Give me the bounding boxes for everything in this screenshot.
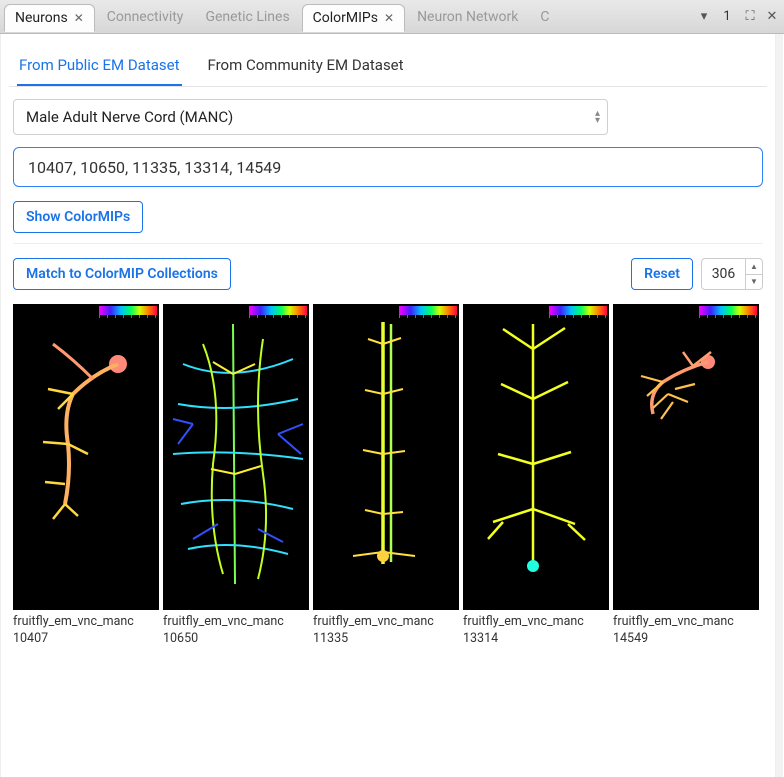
result-name: fruitfly_em_vnc_manc (13, 614, 134, 629)
tab-overflow[interactable]: C (530, 3, 553, 31)
pane-number: 1 (718, 9, 736, 24)
result-card: fruitfly_em_vnc_manc 10407 (13, 304, 159, 648)
colormip-thumbnail[interactable] (163, 304, 309, 610)
result-caption: fruitfly_em_vnc_manc 10407 (13, 614, 159, 648)
result-caption: fruitfly_em_vnc_manc 11335 (313, 614, 459, 648)
thumb-size-stepper: ▲ ▼ (701, 258, 763, 290)
result-name: fruitfly_em_vnc_manc (463, 614, 584, 629)
neuron-id-input[interactable] (13, 147, 763, 187)
colormip-thumbnail[interactable] (613, 304, 759, 610)
actions-row: Match to ColorMIP Collections Reset ▲ ▼ (13, 243, 763, 304)
panel-content: From Public EM Dataset From Community EM… (0, 34, 776, 777)
result-caption: fruitfly_em_vnc_manc 14549 (613, 614, 759, 648)
neuron-art-icon (613, 304, 759, 610)
tab-connectivity[interactable]: Connectivity (97, 3, 194, 31)
colormip-thumbnail[interactable] (313, 304, 459, 610)
result-id: 10407 (13, 631, 48, 646)
match-collections-button[interactable]: Match to ColorMIP Collections (13, 258, 231, 290)
result-card: fruitfly_em_vnc_manc 10650 (163, 304, 309, 648)
close-icon[interactable]: ✕ (384, 11, 394, 25)
tab-colormips[interactable]: ColorMIPs ✕ (302, 4, 405, 32)
stepper-up-icon[interactable]: ▲ (746, 259, 762, 275)
tab-neuron-network[interactable]: Neuron Network (407, 3, 528, 31)
subtab-community-em[interactable]: From Community EM Dataset (206, 50, 406, 86)
main-tab-bar: Neurons ✕ Connectivity Genetic Lines Col… (0, 0, 784, 34)
thumb-size-input[interactable] (701, 258, 745, 290)
neuron-art-icon (163, 304, 309, 610)
neuron-art-icon (313, 304, 459, 610)
result-id: 10650 (163, 631, 198, 646)
tab-label: Genetic Lines (205, 9, 289, 25)
dataset-select-wrap: Male Adult Nerve Cord (MANC) ▴▾ (13, 99, 608, 135)
result-caption: fruitfly_em_vnc_manc 10650 (163, 614, 309, 648)
result-card: fruitfly_em_vnc_manc 14549 (613, 304, 759, 648)
dataset-select[interactable]: Male Adult Nerve Cord (MANC) (13, 99, 608, 135)
neuron-art-icon (13, 304, 159, 610)
show-colormips-button[interactable]: Show ColorMIPs (13, 201, 143, 233)
result-card: fruitfly_em_vnc_manc 11335 (313, 304, 459, 648)
reset-button[interactable]: Reset (631, 258, 693, 290)
result-id: 14549 (613, 631, 648, 646)
tab-label: Neurons (15, 10, 68, 26)
stepper-down-icon[interactable]: ▼ (746, 275, 762, 290)
dropdown-icon[interactable]: ▾ (696, 9, 712, 24)
result-name: fruitfly_em_vnc_manc (313, 614, 434, 629)
result-card: fruitfly_em_vnc_manc 13314 (463, 304, 609, 648)
result-gallery: fruitfly_em_vnc_manc 10407 (13, 304, 763, 660)
tab-label: C (540, 9, 549, 25)
result-caption: fruitfly_em_vnc_manc 13314 (463, 614, 609, 648)
query-form: Male Adult Nerve Cord (MANC) ▴▾ Show Col… (9, 87, 767, 668)
tab-neurons[interactable]: Neurons ✕ (4, 4, 95, 32)
tab-label: Connectivity (107, 9, 184, 25)
dataset-select-value: Male Adult Nerve Cord (MANC) (26, 108, 233, 126)
result-id: 13314 (463, 631, 498, 646)
result-name: fruitfly_em_vnc_manc (163, 614, 284, 629)
result-id: 11335 (313, 631, 348, 646)
subtab-public-em[interactable]: From Public EM Dataset (17, 50, 182, 86)
close-icon[interactable]: ✕ (764, 9, 780, 24)
tab-label: ColorMIPs (313, 10, 378, 26)
close-icon[interactable]: ✕ (74, 11, 84, 25)
tab-genetic-lines[interactable]: Genetic Lines (195, 3, 299, 31)
colormip-thumbnail[interactable] (463, 304, 609, 610)
colormip-thumbnail[interactable] (13, 304, 159, 610)
tabbar-controls: ▾ 1 ⛶ ✕ (696, 9, 780, 24)
tab-label: Neuron Network (417, 9, 518, 25)
neuron-art-icon (463, 304, 609, 610)
scrollbar[interactable] (776, 34, 783, 777)
result-name: fruitfly_em_vnc_manc (613, 614, 734, 629)
source-subtabs: From Public EM Dataset From Community EM… (9, 42, 767, 87)
fullscreen-icon[interactable]: ⛶ (742, 9, 758, 24)
